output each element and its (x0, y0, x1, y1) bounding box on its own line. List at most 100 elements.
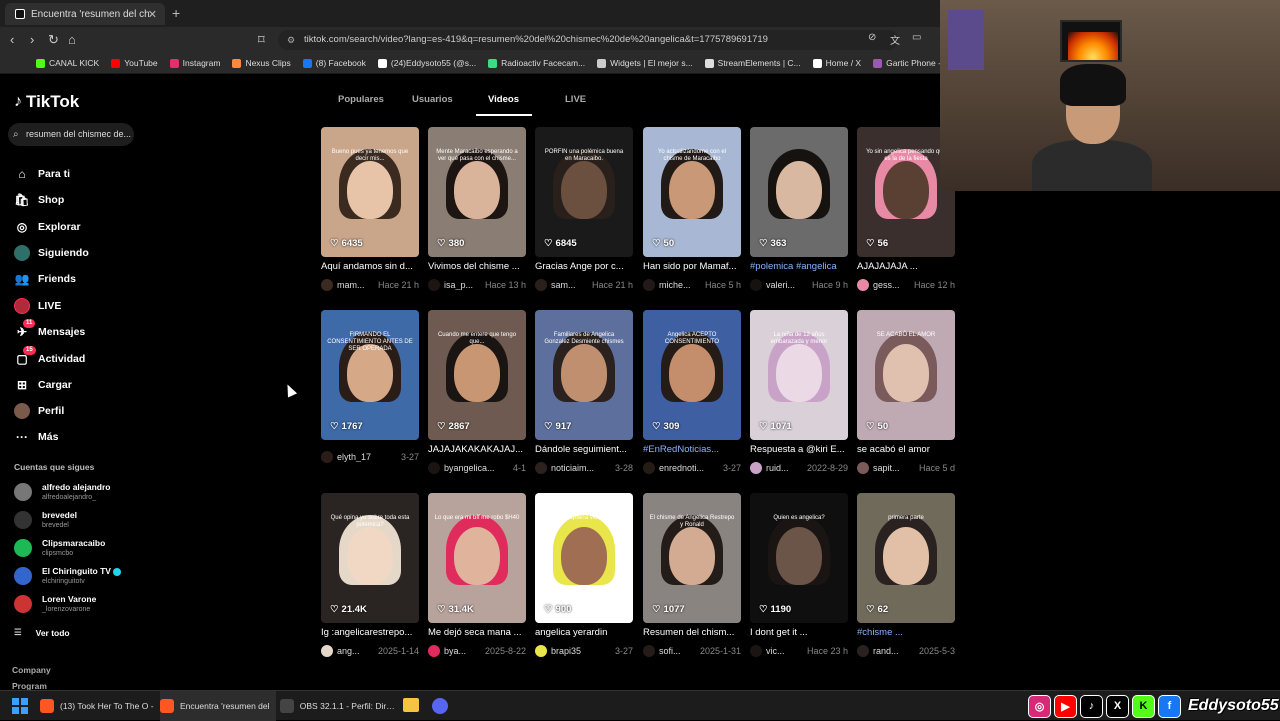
avatar[interactable] (750, 645, 762, 657)
following-account[interactable]: Clipsmaracaibo clipsmcbo (14, 538, 105, 557)
sidebar-item-siguiendo[interactable]: Siguiendo (14, 245, 89, 261)
avatar[interactable] (643, 279, 655, 291)
translate-icon[interactable]: 文 (890, 32, 900, 47)
sidebar-item-para-ti[interactable]: ⌂ Para ti (14, 166, 70, 182)
avatar[interactable] (321, 279, 333, 291)
bookmark-item[interactable]: CANAL KICK (36, 58, 99, 68)
tab-populares[interactable]: Populares (338, 94, 384, 105)
video-author[interactable]: byangelica... (444, 463, 509, 473)
video-author[interactable]: noticiaim... (551, 463, 611, 473)
video-thumbnail[interactable]: El chisme de Angelica Restrepo y Ronald … (643, 493, 741, 623)
video-card[interactable]: primera parte ♡ 62 #chisme ... rand... 20… (857, 493, 955, 657)
avatar[interactable] (857, 279, 869, 291)
taskbar-window[interactable]: (13) Took Her To The O - (40, 691, 156, 721)
tab-videos[interactable]: Videos (488, 94, 519, 105)
reload-icon[interactable]: ↻ (48, 32, 59, 48)
video-author[interactable]: ruid... (766, 463, 803, 473)
video-author[interactable]: sam... (551, 280, 588, 290)
sidebar-item-shop[interactable]: 🛍 Shop (14, 192, 64, 208)
video-caption[interactable]: se acabó el amor (857, 444, 955, 455)
bookmark-item[interactable]: Nexus Clips (232, 58, 291, 68)
site-info-icon[interactable]: ⚙ (287, 30, 295, 50)
cast-icon[interactable]: ▭ (912, 32, 921, 43)
avatar[interactable] (857, 462, 869, 474)
bookmark-icon[interactable]: ⌑ (258, 32, 265, 48)
video-thumbnail[interactable]: Quien es angelica? ♡ 1190 (750, 493, 848, 623)
avatar[interactable] (535, 645, 547, 657)
video-card[interactable]: La niña de 12 años embarazada y menor ♡ 1… (750, 310, 848, 474)
video-card[interactable]: Angelica ACEPTO CONSENTIMIENTO ♡ 309 #EnR… (643, 310, 741, 474)
avatar[interactable] (535, 462, 547, 474)
video-caption[interactable]: JAJAJAKAKAKAJAJ... (428, 444, 526, 455)
video-card[interactable]: Qué opina yo sobre toda esta polémica? ♡… (321, 493, 419, 657)
video-thumbnail[interactable]: PORFIN una polémica buena en Maracaibo. … (535, 127, 633, 257)
avatar[interactable] (428, 462, 440, 474)
bookmark-item[interactable]: (8) Facebook (302, 58, 366, 68)
avatar[interactable] (643, 645, 655, 657)
back-icon[interactable]: ‹ (10, 32, 14, 47)
video-caption[interactable]: I dont get it ... (750, 627, 848, 638)
following-account[interactable]: brevedel brevedel (14, 510, 77, 529)
video-card[interactable]: Lo que era mi bff me robo $H40 ♡ 31.4K Me… (428, 493, 526, 657)
video-author[interactable]: rand... (873, 646, 915, 656)
video-card[interactable]: Yo actualizándome con el chisme de Marac… (643, 127, 741, 291)
video-thumbnail[interactable]: Familiares de Angelica Gonzalez Desmient… (535, 310, 633, 440)
video-thumbnail[interactable]: FIRMANDO EL CONSENTIMIENTO ANTES DE SER … (321, 310, 419, 440)
video-card[interactable]: Cuando me entere que tengo que... ♡ 2867 … (428, 310, 526, 474)
windows-start-icon[interactable] (12, 698, 28, 714)
video-caption[interactable]: Dándole seguimient... (535, 444, 633, 455)
video-card[interactable]: Ella solo quería verse mejor ♡ 900 angeli… (535, 493, 633, 657)
video-card[interactable]: Mente Maracaibo esperando a ver qué pasa… (428, 127, 526, 291)
no-tracking-icon[interactable]: ⊘ (868, 32, 876, 43)
following-account[interactable]: Loren Varone _lorenzovarone (14, 594, 96, 613)
bookmark-item[interactable]: Radioactiv Facecam... (488, 58, 585, 68)
avatar[interactable] (535, 279, 547, 291)
video-thumbnail[interactable]: Mente Maracaibo esperando a ver qué pasa… (428, 127, 526, 257)
video-author[interactable]: miche... (659, 280, 701, 290)
video-thumbnail[interactable]: La niña de 12 años embarazada y menor ♡ 1… (750, 310, 848, 440)
video-thumbnail[interactable]: Ella solo quería verse mejor ♡ 900 (535, 493, 633, 623)
video-thumbnail[interactable]: Cuando me entere que tengo que... ♡ 2867 (428, 310, 526, 440)
see-all-button[interactable]: ☰ Ver todo (14, 627, 70, 638)
new-tab-button[interactable]: + (172, 5, 180, 21)
avatar[interactable] (428, 645, 440, 657)
video-card[interactable]: FIRMANDO EL CONSENTIMIENTO ANTES DE SER … (321, 310, 419, 463)
video-card[interactable]: SE ACABÓ EL AMOR ♡ 50 se acabó el amor sa… (857, 310, 955, 474)
video-author[interactable]: brapi35 (551, 646, 611, 656)
bookmark-item[interactable]: StreamElements | C... (704, 58, 801, 68)
browser-tab-active[interactable]: Encuentra 'resumen del chismec ✕ (5, 3, 165, 25)
sidebar-item-cargar[interactable]: ⊞ Cargar (14, 377, 72, 393)
video-thumbnail[interactable]: SE ACABÓ EL AMOR ♡ 50 (857, 310, 955, 440)
bookmark-item[interactable]: Gartic Phone - Teléf... (873, 58, 940, 68)
video-author[interactable]: elyth_17 (337, 452, 397, 462)
avatar[interactable] (750, 462, 762, 474)
video-author[interactable]: sofi... (659, 646, 696, 656)
company-link[interactable]: Company (12, 665, 51, 675)
video-card[interactable]: Familiares de Angelica Gonzalez Desmient… (535, 310, 633, 474)
tab-usuarios[interactable]: Usuarios (412, 94, 453, 105)
video-author[interactable]: enrednoti... (659, 463, 719, 473)
avatar[interactable] (321, 451, 333, 463)
bookmark-item[interactable]: (24)Eddysoto55 (@s... (377, 58, 476, 68)
video-caption[interactable]: #polemica #angelica (750, 261, 848, 272)
video-thumbnail[interactable]: Angelica ACEPTO CONSENTIMIENTO ♡ 309 (643, 310, 741, 440)
video-caption[interactable]: Respuesta a @kiri E... (750, 444, 848, 455)
video-thumbnail[interactable]: Qué opina yo sobre toda esta polémica? ♡… (321, 493, 419, 623)
program-link[interactable]: Program (12, 681, 47, 690)
video-author[interactable]: sapit... (873, 463, 915, 473)
video-author[interactable]: bya... (444, 646, 481, 656)
video-caption[interactable]: AJAJAJAJA ... (857, 261, 955, 272)
video-card[interactable]: El chisme de Angelica Restrepo y Ronald … (643, 493, 741, 657)
bookmark-item[interactable]: YouTube (111, 58, 158, 68)
sidebar-item-perfil[interactable]: Perfil (14, 403, 64, 419)
tab-live[interactable]: LIVE (565, 94, 586, 105)
video-caption[interactable]: Aquí andamos sin d... (321, 261, 419, 272)
home-icon[interactable]: ⌂ (68, 32, 76, 47)
video-author[interactable]: isa_p... (444, 280, 481, 290)
avatar[interactable] (321, 645, 333, 657)
sidebar-item-explorar[interactable]: ◎ Explorar (14, 219, 81, 235)
sidebar-item-live[interactable]: LIVE (14, 298, 61, 314)
video-thumbnail[interactable]: Yo actualizándome con el chisme de Marac… (643, 127, 741, 257)
video-card[interactable]: Quien es angelica? ♡ 1190 I dont get it .… (750, 493, 848, 657)
sidebar-item-actividad[interactable]: ▢ 15 Actividad (14, 346, 85, 367)
